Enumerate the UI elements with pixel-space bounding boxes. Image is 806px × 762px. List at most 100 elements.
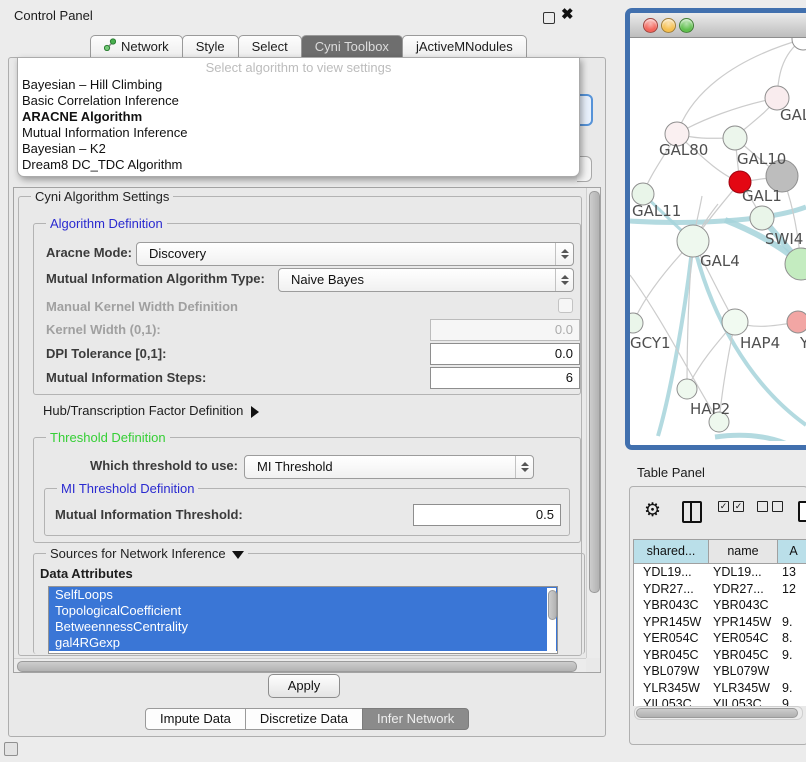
algorithm-option-basic-correlation-inference[interactable]: Basic Correlation Inference	[18, 93, 579, 109]
hub-definition-expander[interactable]: Hub/Transcription Factor Definition	[43, 403, 259, 418]
hub-definition-label: Hub/Transcription Factor Definition	[43, 403, 243, 418]
network-canvas[interactable]: GALGAL80GAL10GAL1GAL11SWI4GAL4GCY1HAP4YH…	[630, 38, 806, 445]
columns-icon[interactable]	[682, 501, 702, 523]
network-node-top-partial[interactable]	[792, 38, 806, 50]
attribute-item-selfloops[interactable]: SelfLoops	[49, 587, 557, 603]
aracne-mode-select[interactable]: Discovery	[136, 242, 574, 266]
table-cell: YPR145W	[634, 614, 708, 631]
tab-style[interactable]: Style	[182, 35, 239, 58]
table-cell: YBL079W	[634, 663, 708, 680]
attribute-item-gal4rgexp[interactable]: gal4RGexp	[49, 635, 557, 651]
kernel-width-input: 0.0	[430, 319, 580, 341]
table-cell: 9.	[776, 647, 792, 664]
table-row[interactable]: YDR27...YDR27...12	[634, 581, 806, 598]
tab-impute-data[interactable]: Impute Data	[145, 708, 246, 730]
deselect-all-checkboxes-icon[interactable]	[757, 501, 783, 512]
tab-discretize-data[interactable]: Discretize Data	[245, 708, 363, 730]
dpi-tolerance-input[interactable]: 0.0	[430, 343, 580, 365]
expand-arrow-icon	[251, 406, 259, 418]
table-cell: 13	[776, 564, 796, 581]
algorithm-option-mutual-information-inference[interactable]: Mutual Information Inference	[18, 125, 579, 141]
export-table-icon[interactable]	[798, 501, 806, 522]
column-header-a[interactable]: A	[777, 539, 806, 564]
algorithm-option-aracne-algorithm[interactable]: ARACNE Algorithm	[18, 109, 579, 125]
group-algorithm-definition: Algorithm Definition Aracne Mode: Discov…	[33, 223, 581, 395]
mi-steps-label: Mutual Information Steps:	[46, 370, 206, 385]
network-window-titlebar[interactable]	[630, 13, 806, 38]
group-title: MI Threshold Definition	[57, 481, 198, 496]
table-body: YDL19...YDL19...13YDR27...YDR27...12YBR0…	[633, 564, 806, 706]
settings-vertical-scrollbar[interactable]	[586, 188, 600, 658]
data-attributes-list[interactable]: SelfLoopsTopologicalCoefficientBetweenne…	[48, 586, 558, 654]
float-window-icon[interactable]	[543, 12, 555, 24]
table-cell: YDL19...	[634, 564, 708, 581]
node-label-gal11: GAL11	[632, 202, 681, 220]
apply-button[interactable]: Apply	[268, 674, 340, 698]
network-graph: GALGAL80GAL10GAL1GAL11SWI4GAL4GCY1HAP4YH…	[630, 38, 806, 441]
column-header-shared-[interactable]: shared...	[633, 539, 709, 564]
table-row[interactable]: YBR045CYBR045C9.	[634, 647, 806, 664]
list-scrollbar[interactable]	[547, 588, 556, 652]
table-cell: YLR345W	[634, 680, 708, 697]
tab-label: Style	[196, 36, 225, 58]
table-row[interactable]: YBL079WYBL079W	[634, 663, 806, 680]
table-cell: YIL053C	[634, 696, 708, 706]
group-threshold-definition: Threshold Definition Which threshold to …	[33, 437, 581, 543]
table-row[interactable]: YDL19...YDL19...13	[634, 564, 806, 581]
algorithm-option-dream8-dc-tdc-algorithm[interactable]: Dream8 DC_TDC Algorithm	[18, 157, 579, 173]
close-icon[interactable]: ✖	[561, 5, 574, 23]
manual-kernel-checkbox[interactable]	[558, 298, 573, 313]
mi-algorithm-type-select[interactable]: Naive Bayes	[278, 268, 574, 292]
mi-threshold-input[interactable]: 0.5	[413, 504, 561, 526]
attribute-item-betweennesscentrality[interactable]: BetweennessCentrality	[49, 619, 557, 635]
mi-steps-input[interactable]: 6	[430, 367, 580, 389]
network-node-gcy1[interactable]	[630, 313, 643, 333]
tab-jactivemnodules[interactable]: jActiveMNodules	[402, 35, 527, 58]
column-header-name[interactable]: name	[708, 539, 778, 564]
table-panel-title: Table Panel	[637, 465, 705, 480]
algorithm-option-bayesian-hill-climbing[interactable]: Bayesian – Hill Climbing	[18, 77, 579, 93]
close-window-icon[interactable]	[643, 18, 658, 33]
minimize-window-icon[interactable]	[661, 18, 676, 33]
settings-horizontal-scrollbar[interactable]	[14, 658, 586, 672]
table-cell: YLR345W	[708, 680, 776, 697]
table-cell: YDR27...	[708, 581, 776, 598]
network-icon	[104, 36, 116, 58]
network-node-pink-right[interactable]	[787, 311, 806, 333]
algorithm-option-bayesian-k2[interactable]: Bayesian – K2	[18, 141, 579, 157]
aracne-mode-label: Aracne Mode:	[46, 245, 132, 260]
tab-cyni-toolbox[interactable]: Cyni Toolbox	[301, 35, 403, 58]
zoom-window-icon[interactable]	[679, 18, 694, 33]
table-row[interactable]: YER054CYER054C8.	[634, 630, 806, 647]
table-cell	[776, 597, 782, 614]
attribute-item-topologicalcoefficient[interactable]: TopologicalCoefficient	[49, 603, 557, 619]
tab-infer-network[interactable]: Infer Network	[362, 708, 469, 730]
table-cell: YER054C	[708, 630, 776, 647]
group-title: Cyni Algorithm Settings	[31, 189, 173, 204]
table-cell: YBR045C	[634, 647, 708, 664]
table-row[interactable]: YBR043CYBR043C	[634, 597, 806, 614]
tab-network[interactable]: Network	[90, 35, 183, 58]
node-label-gal: GAL	[780, 106, 806, 124]
table-row[interactable]: YPR145WYPR145W9.	[634, 614, 806, 631]
network-edge[interactable]	[715, 435, 806, 441]
network-node-hap4[interactable]	[722, 309, 748, 335]
table-row[interactable]: YIL053CYIL053C9	[634, 696, 806, 706]
dpi-tolerance-label: DPI Tolerance [0,1]:	[46, 346, 166, 361]
select-all-checkboxes-icon[interactable]: ✓✓	[718, 501, 744, 512]
network-node-gal10[interactable]	[723, 126, 747, 150]
network-node-gal1-node[interactable]	[750, 206, 774, 230]
table-cell: YER054C	[634, 630, 708, 647]
aracne-mode-value: Discovery	[149, 243, 206, 265]
collapsed-panel-grip[interactable]	[4, 742, 18, 756]
group-cyni-algorithm-settings: Cyni Algorithm Settings Algorithm Defini…	[18, 196, 582, 656]
gear-icon[interactable]: ⚙	[644, 501, 661, 521]
which-threshold-select[interactable]: MI Threshold	[244, 455, 534, 479]
group-sources: Sources for Network Inference Data Attri…	[33, 553, 585, 654]
network-node-hap2[interactable]	[677, 379, 697, 399]
table-horizontal-scrollbar[interactable]	[634, 706, 803, 720]
tab-select[interactable]: Select	[238, 35, 302, 58]
group-sources-title[interactable]: Sources for Network Inference	[46, 546, 248, 561]
table-row[interactable]: YLR345WYLR345W9.	[634, 680, 806, 697]
table-cell: 12	[776, 581, 796, 598]
